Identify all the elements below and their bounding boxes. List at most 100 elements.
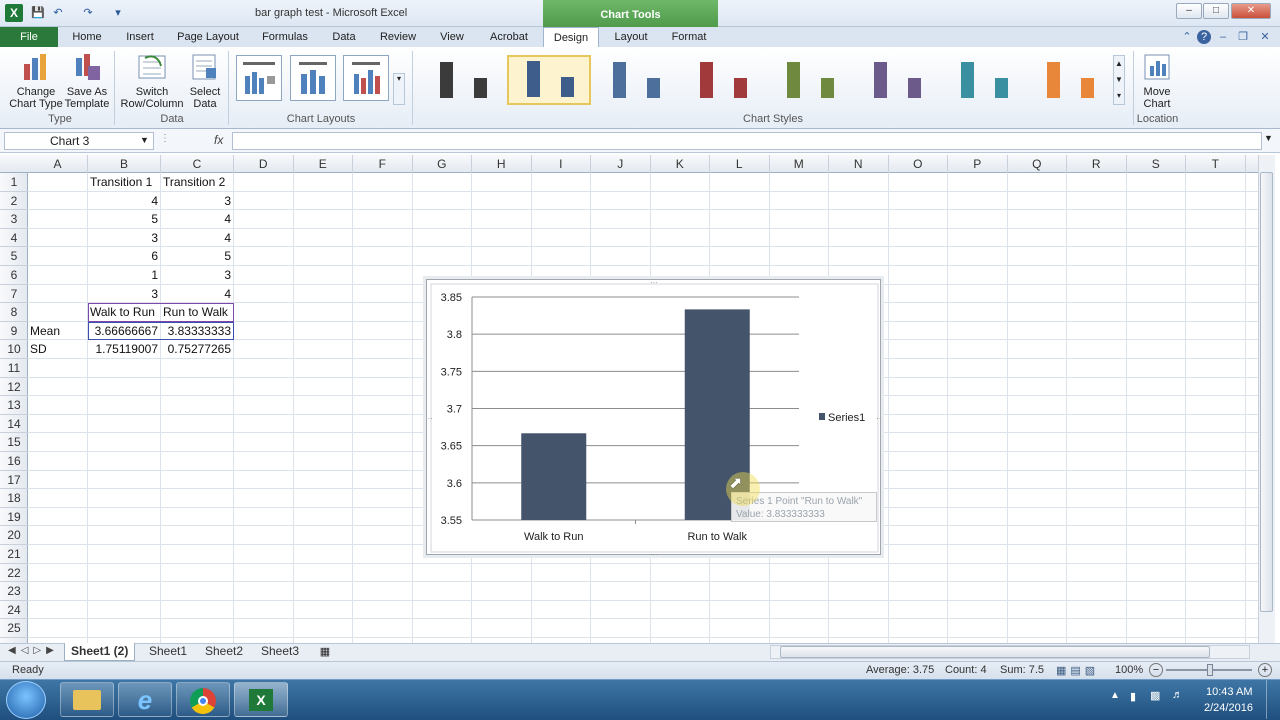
insert-sheet-icon[interactable]: ▦ [316,645,334,659]
row-header-23[interactable]: 23 [0,582,28,601]
cell-c10[interactable]: 0.75277265 [163,340,231,359]
save-as-template-button[interactable]: Save As Template [62,52,112,110]
cell-c6[interactable]: 3 [163,266,231,285]
row-header-12[interactable]: 12 [0,378,28,397]
cell-c3[interactable]: 4 [163,210,231,229]
row-header-9[interactable]: 9 [0,322,28,341]
sheet-nav-arrows-icon[interactable]: ◀◁▷▶ [8,645,59,656]
clock-time[interactable]: 10:43 AM [1206,686,1252,698]
column-header-f[interactable]: F [353,155,413,173]
zoom-slider-thumb[interactable] [1207,664,1213,676]
zoom-level[interactable]: 100% [1115,664,1143,676]
workbook-close-icon[interactable]: ✕ [1258,30,1272,44]
column-header-c[interactable]: C [161,155,234,173]
cell-a10[interactable]: SD [30,340,85,359]
maximize-button[interactable]: □ [1203,3,1229,19]
select-data-button[interactable]: Select Data [186,52,224,110]
horizontal-scroll-thumb[interactable] [780,646,1210,658]
column-header-q[interactable]: Q [1008,155,1067,173]
tab-insert[interactable]: Insert [118,27,162,47]
tab-layout[interactable]: Layout [606,27,656,47]
column-header-d[interactable]: D [234,155,294,173]
column-header-l[interactable]: L [710,155,770,173]
column-header-h[interactable]: H [472,155,532,173]
row-header-18[interactable]: 18 [0,489,28,508]
move-chart-button[interactable]: Move Chart [1137,52,1177,110]
excel-icon[interactable]: X [5,4,23,22]
chart-style-6[interactable] [855,55,939,105]
volume-icon[interactable]: ♬ [1172,689,1183,701]
chart-layout-3[interactable] [343,55,389,101]
customize-toolbar-icon[interactable]: ▾ [110,5,126,21]
cell-c7[interactable]: 4 [163,285,231,304]
row-header-17[interactable]: 17 [0,471,28,490]
cell-c1[interactable]: Transition 2 [163,173,231,192]
bar-walk-to-run[interactable] [521,433,587,520]
column-header-e[interactable]: E [294,155,353,173]
vertical-scroll-thumb[interactable] [1260,172,1273,612]
tab-data[interactable]: Data [324,27,364,47]
cell-c4[interactable]: 4 [163,229,231,248]
sheet-tab-sheet1-2[interactable]: Sheet1 (2) [64,643,136,661]
cell-b6[interactable]: 1 [90,266,158,285]
column-header-p[interactable]: P [948,155,1008,173]
row-header-5[interactable]: 5 [0,247,28,266]
insert-function-icon[interactable]: fx [214,133,223,147]
chart-style-7[interactable] [942,55,1026,105]
undo-icon[interactable]: ↶ [50,5,66,21]
chart-style-1[interactable] [421,55,505,105]
cell-b10[interactable]: 1.75119007 [90,340,158,359]
cell-a9[interactable]: Mean [30,322,85,341]
row-header-2[interactable]: 2 [0,192,28,211]
explorer-taskbar-icon[interactable] [60,682,114,717]
chart-style-3[interactable] [594,55,678,105]
cell-b1[interactable]: Transition 1 [90,173,158,192]
column-header-s[interactable]: S [1127,155,1186,173]
column-header-m[interactable]: M [770,155,829,173]
column-header-t[interactable]: T [1186,155,1246,173]
save-icon[interactable]: 💾 [30,5,46,21]
column-header-i[interactable]: I [532,155,591,173]
column-header-g[interactable]: G [413,155,472,173]
row-header-21[interactable]: 21 [0,545,28,564]
tray-expand-icon[interactable]: ▲ [1110,690,1120,701]
internet-explorer-taskbar-icon[interactable]: e [118,682,172,717]
view-mode-icons[interactable]: ▦▤▧ [1056,664,1099,677]
layouts-more-icon[interactable]: ▾ [393,73,405,105]
show-desktop-button[interactable] [1266,680,1278,719]
battery-icon[interactable]: ▮ [1130,690,1136,703]
workbook-restore-icon[interactable]: ❐ [1236,30,1250,44]
expand-formula-bar-icon[interactable]: ▼ [1264,133,1273,143]
row-header-24[interactable]: 24 [0,601,28,620]
cell-b5[interactable]: 6 [90,247,158,266]
column-header-o[interactable]: O [889,155,948,173]
formula-bar-resize-icon[interactable]: ⋮ [160,133,170,144]
column-header-a[interactable]: A [28,155,88,173]
name-box-dropdown-icon[interactable]: ▼ [140,135,149,145]
cell-c5[interactable]: 5 [163,247,231,266]
name-box[interactable]: Chart 3 [4,132,154,150]
row-header-19[interactable]: 19 [0,508,28,527]
tab-design[interactable]: Design [543,27,599,48]
cell-c2[interactable]: 3 [163,192,231,211]
tab-home[interactable]: Home [64,27,110,47]
row-header-11[interactable]: 11 [0,359,28,378]
help-icon[interactable]: ? [1197,30,1211,44]
minimize-button[interactable]: – [1176,3,1202,19]
switch-row-column-button[interactable]: Switch Row/Column [118,52,186,110]
row-header-25[interactable]: 25 [0,619,28,638]
column-header-r[interactable]: R [1067,155,1127,173]
column-header-j[interactable]: J [591,155,651,173]
row-header-14[interactable]: 14 [0,415,28,434]
cell-b2[interactable]: 4 [90,192,158,211]
row-header-4[interactable]: 4 [0,229,28,248]
redo-icon[interactable]: ↷ [80,5,96,21]
workbook-minimize-icon[interactable]: – [1216,30,1230,44]
chart-layout-2[interactable] [290,55,336,101]
start-button[interactable] [6,681,46,719]
tab-acrobat[interactable]: Acrobat [482,27,536,47]
row-header-3[interactable]: 3 [0,210,28,229]
cell-b3[interactable]: 5 [90,210,158,229]
chart-style-2[interactable] [507,55,591,105]
row-header-13[interactable]: 13 [0,396,28,415]
